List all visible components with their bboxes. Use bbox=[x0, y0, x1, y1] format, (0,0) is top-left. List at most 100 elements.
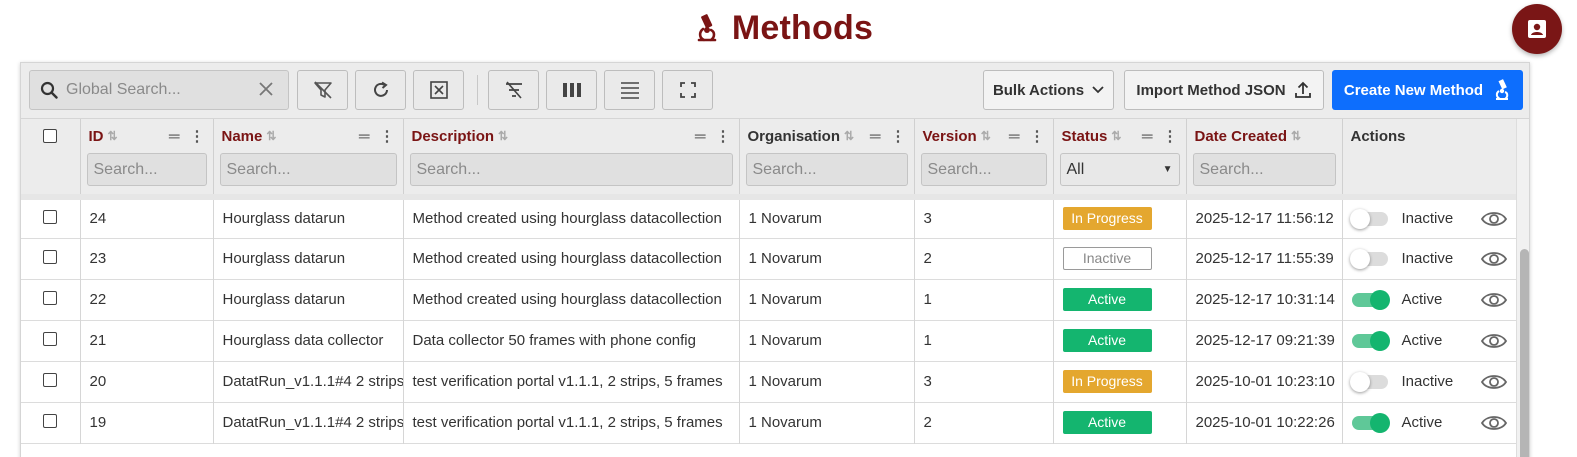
cell-actions: Active bbox=[1342, 402, 1516, 443]
columns-button[interactable] bbox=[546, 70, 597, 110]
column-header-version[interactable]: Version ⇅ ═ ⋮ Search... bbox=[914, 119, 1054, 198]
name-filter-input[interactable]: Search... bbox=[219, 153, 397, 186]
sort-icon[interactable]: ⇅ bbox=[1291, 129, 1301, 143]
reset-button[interactable] bbox=[413, 70, 464, 110]
status-badge: Inactive bbox=[1062, 247, 1152, 270]
sort-icon[interactable]: ⇅ bbox=[498, 129, 508, 143]
active-toggle[interactable] bbox=[1351, 412, 1390, 433]
drag-handle-icon[interactable]: ═ bbox=[359, 128, 370, 145]
sort-icon[interactable]: ⇅ bbox=[981, 129, 991, 143]
drag-handle-icon[interactable]: ═ bbox=[1142, 128, 1153, 145]
drag-handle-icon[interactable]: ═ bbox=[695, 128, 706, 145]
select-all-checkbox[interactable] bbox=[43, 129, 58, 143]
active-toggle[interactable] bbox=[1349, 208, 1388, 229]
row-checkbox[interactable] bbox=[43, 290, 58, 305]
global-search-input[interactable] bbox=[66, 81, 246, 99]
cell-id: 23 bbox=[80, 238, 214, 279]
id-filter-input[interactable]: Search... bbox=[86, 153, 207, 186]
fullscreen-button[interactable] bbox=[662, 70, 713, 110]
eye-icon[interactable] bbox=[1481, 414, 1507, 432]
column-menu-icon[interactable]: ⋮ bbox=[1030, 127, 1045, 145]
header-row: ID⇅ ═⋮ Search... Name⇅ ═⋮ Search... bbox=[21, 119, 1516, 198]
refresh-button[interactable] bbox=[355, 70, 406, 110]
filter-off-icon bbox=[313, 81, 332, 99]
column-header-status[interactable]: Status ⇅ ═ ⋮ All ▼ bbox=[1053, 119, 1187, 198]
table-row[interactable]: 19 DatatRun_v1.1.1#4 2 strips test verif… bbox=[21, 402, 1516, 443]
global-search[interactable] bbox=[29, 70, 289, 110]
table-row[interactable]: 24 Hourglass datarun Method created usin… bbox=[21, 194, 1516, 238]
cell-organisation: 1 Novarum bbox=[739, 361, 915, 402]
column-menu-icon[interactable]: ⋮ bbox=[190, 127, 205, 145]
row-checkbox[interactable] bbox=[43, 372, 58, 387]
sort-icon[interactable]: ⇅ bbox=[844, 129, 854, 143]
user-profile-icon bbox=[1528, 20, 1546, 38]
caret-down-icon: ▼ bbox=[1162, 164, 1173, 175]
sort-icon[interactable]: ⇅ bbox=[1111, 129, 1121, 143]
drag-handle-icon[interactable]: ═ bbox=[169, 128, 180, 145]
column-menu-icon[interactable]: ⋮ bbox=[716, 127, 731, 145]
cell-organisation: 1 Novarum bbox=[739, 279, 915, 320]
bulk-actions-button[interactable]: Bulk Actions bbox=[983, 70, 1114, 110]
close-square-icon bbox=[429, 81, 448, 99]
column-menu-icon[interactable]: ⋮ bbox=[380, 127, 395, 145]
cell-version: 2 bbox=[914, 238, 1054, 279]
methods-table: ID⇅ ═⋮ Search... Name⇅ ═⋮ Search... bbox=[21, 119, 1516, 444]
column-header-name[interactable]: Name ⇅ ═ ⋮ Search... bbox=[213, 119, 404, 198]
methods-grid: Bulk Actions Import Method JSON Create N… bbox=[20, 62, 1530, 457]
description-filter-input[interactable]: Search... bbox=[409, 153, 733, 186]
row-checkbox[interactable] bbox=[43, 209, 58, 224]
column-label: Date Created bbox=[1194, 127, 1288, 145]
active-toggle[interactable] bbox=[1351, 330, 1390, 351]
drag-handle-icon[interactable]: ═ bbox=[870, 128, 881, 145]
row-checkbox[interactable] bbox=[43, 413, 58, 428]
sort-icon[interactable]: ⇅ bbox=[108, 129, 118, 143]
create-method-button[interactable]: Create New Method bbox=[1332, 70, 1523, 110]
status-filter-select[interactable]: All ▼ bbox=[1059, 153, 1180, 186]
version-filter-input[interactable]: Search... bbox=[920, 153, 1047, 186]
column-menu-icon[interactable]: ⋮ bbox=[1163, 127, 1178, 145]
select-all-header bbox=[21, 119, 81, 198]
toggle-column-filters-button[interactable] bbox=[488, 70, 539, 110]
user-avatar[interactable] bbox=[1512, 4, 1562, 54]
cell-name: DatatRun_v1.1.1#4 2 strips bbox=[213, 402, 404, 443]
cell-description: test verification portal v1.1.1, 2 strip… bbox=[403, 361, 740, 402]
cell-actions: Active bbox=[1342, 320, 1516, 361]
eye-icon[interactable] bbox=[1481, 373, 1507, 391]
active-toggle[interactable] bbox=[1349, 248, 1388, 269]
eye-icon[interactable] bbox=[1481, 332, 1507, 350]
date-filter-input[interactable]: Search... bbox=[1192, 153, 1336, 186]
eye-icon[interactable] bbox=[1481, 250, 1507, 268]
clear-search-icon[interactable] bbox=[258, 81, 274, 102]
column-header-description[interactable]: Description ⇅ ═ ⋮ Search... bbox=[403, 119, 740, 198]
table-row[interactable]: 21 Hourglass data collector Data collect… bbox=[21, 320, 1516, 361]
active-toggle[interactable] bbox=[1351, 289, 1390, 310]
active-toggle[interactable] bbox=[1349, 371, 1388, 392]
table-row[interactable]: 23 Hourglass datarun Method created usin… bbox=[21, 238, 1516, 279]
density-button[interactable] bbox=[604, 70, 655, 110]
organisation-filter-input[interactable]: Search... bbox=[745, 153, 908, 186]
column-header-id[interactable]: ID ⇅ ═ ⋮ Search... bbox=[80, 119, 214, 198]
row-checkbox[interactable] bbox=[43, 331, 58, 346]
scrollbar-thumb[interactable] bbox=[1520, 249, 1529, 457]
table-row[interactable]: 20 DatatRun_v1.1.1#4 2 strips test verif… bbox=[21, 361, 1516, 402]
clear-filters-button[interactable] bbox=[297, 70, 348, 110]
vertical-scrollbar[interactable] bbox=[1516, 119, 1529, 457]
cell-id: 21 bbox=[80, 320, 214, 361]
column-header-organisation[interactable]: Organisation ⇅ ═ ⋮ Search... bbox=[739, 119, 915, 198]
table-row[interactable]: 22 Hourglass datarun Method created usin… bbox=[21, 279, 1516, 320]
column-header-date-created[interactable]: Date Created ⇅ Search... bbox=[1186, 119, 1343, 198]
cell-organisation: 1 Novarum bbox=[739, 194, 915, 238]
drag-handle-icon[interactable]: ═ bbox=[1009, 128, 1020, 145]
eye-icon[interactable] bbox=[1481, 291, 1507, 309]
upload-icon bbox=[1294, 81, 1311, 98]
import-method-button[interactable]: Import Method JSON bbox=[1124, 70, 1324, 110]
row-checkbox[interactable] bbox=[43, 249, 58, 264]
bulk-actions-label: Bulk Actions bbox=[992, 81, 1085, 99]
column-menu-icon[interactable]: ⋮ bbox=[891, 127, 906, 145]
cell-name: DatatRun_v1.1.1#4 2 strips bbox=[213, 361, 404, 402]
eye-icon[interactable] bbox=[1481, 210, 1507, 228]
sort-icon[interactable]: ⇅ bbox=[266, 129, 276, 143]
import-method-label: Import Method JSON bbox=[1136, 81, 1286, 99]
chevron-down-icon bbox=[1092, 86, 1104, 94]
toggle-label: Inactive bbox=[1401, 250, 1454, 267]
